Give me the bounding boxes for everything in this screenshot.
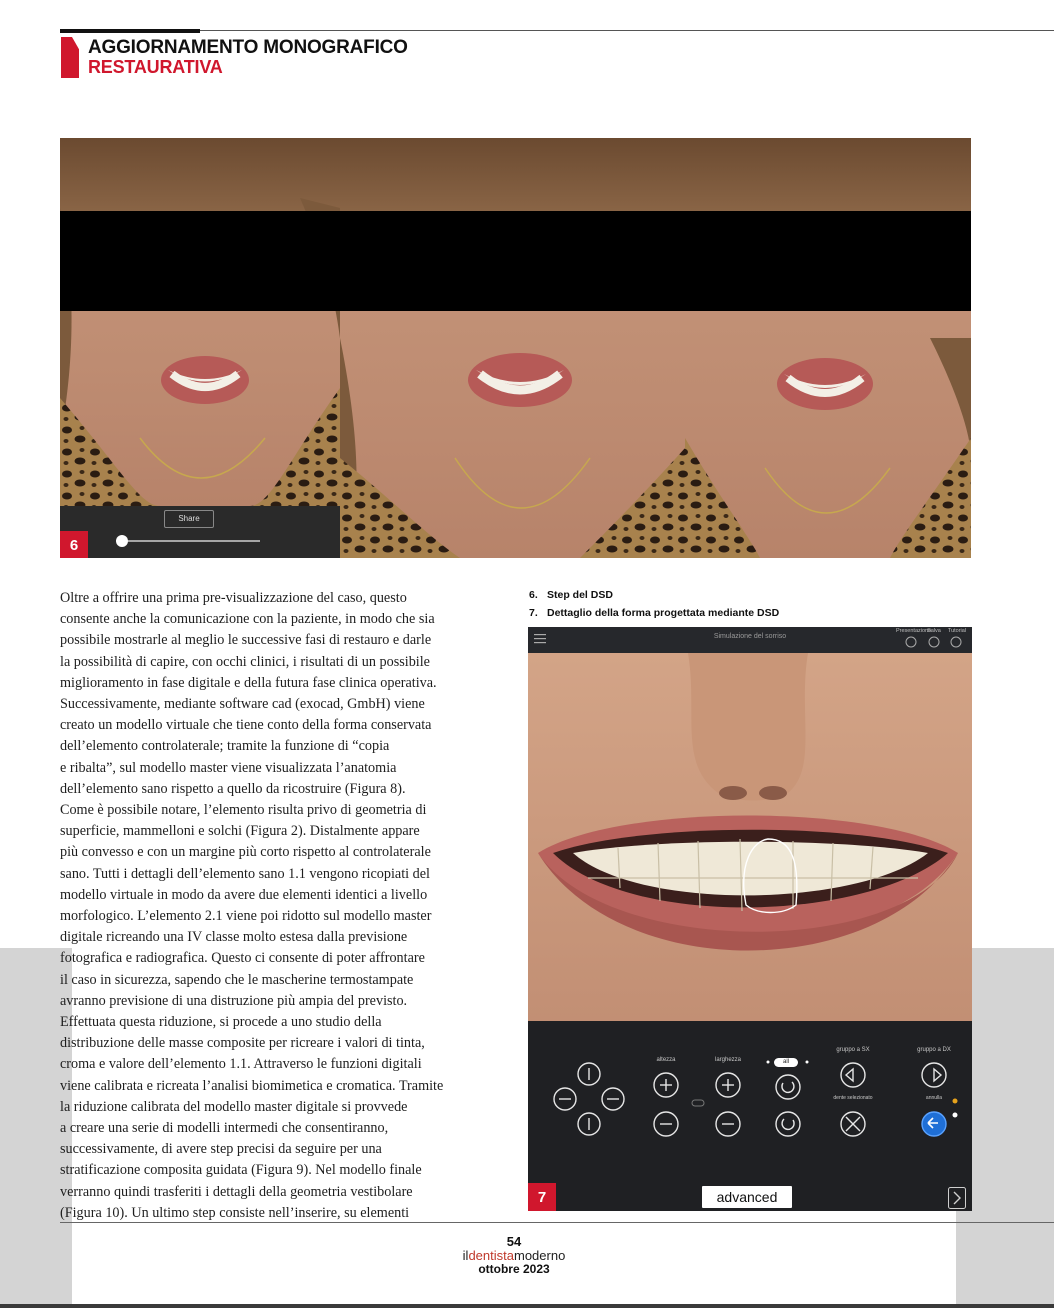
photo-panel-3 (685, 138, 971, 558)
body-text-line: dell’elemento controlaterale; tramite la… (60, 738, 390, 755)
page-bottom-edge (0, 1304, 1054, 1308)
all-label: all (782, 1059, 789, 1065)
body-text-line: fotografica e radiografica. Questo ci co… (60, 950, 425, 967)
caption-6: 6. Step del DSD (529, 589, 613, 601)
issue-date: ottobre 2023 (478, 1262, 550, 1276)
body-text-line: stratificazione composita guidata (Figur… (60, 1162, 422, 1179)
section-subtitle: RESTAURATIVA (88, 57, 223, 77)
photo-panel-1 (60, 138, 344, 558)
figure-6-photos (60, 138, 971, 558)
body-text-line: la possibilità di capire, con occhi clin… (60, 653, 430, 670)
photo-panel-2 (340, 138, 685, 558)
body-text-line: (Figura 10). Un ultimo step consiste nel… (60, 1204, 410, 1221)
body-text-line: verranno quindi trasferiti i dettagli de… (60, 1183, 413, 1200)
body-text-line: la riduzione calibrata del modello maste… (60, 1098, 408, 1115)
group-right-label: gruppo a DX (917, 1047, 951, 1053)
body-text-line: digitale ricreando una IV classe molto e… (60, 929, 408, 946)
undo-label: annulla (925, 1095, 943, 1101)
body-text-line: consente anche la comunicazione con la p… (60, 611, 435, 628)
presentation-label: Presentazione (896, 628, 932, 634)
undo-button (921, 1111, 947, 1137)
body-text-line: creato un modello virtuale che tiene con… (60, 717, 432, 734)
header-rule-accent (60, 29, 200, 33)
advanced-button: advanced (702, 1186, 792, 1208)
caption-7: 7. Dettaglio della forma progettata media… (529, 607, 780, 619)
body-text-line: Successivamente, mediante software cad (… (60, 696, 425, 713)
body-text-line: Come è possibile notare, l’elemento risu… (60, 802, 427, 819)
privacy-censor-bar (60, 211, 971, 311)
section-title: AGGIORNAMENTO MONOGRAFICO (88, 37, 408, 58)
body-text-line: miglioramento in fase digitale e della f… (60, 674, 437, 691)
body-text-line: croma e valore dell’elemento 1.1. Attrav… (60, 1056, 422, 1073)
figure-6-number-badge: 6 (60, 531, 88, 558)
body-text-line: e ribalta”, sul modello master viene vis… (60, 759, 397, 776)
section-marker (61, 37, 80, 78)
body-text-line: a creare una serie di modelli intermedi … (60, 1120, 389, 1137)
smile-closeup-photo (528, 653, 972, 1021)
figure-7-app-screenshot: Simulazione del sorriso Presentazione Sa… (528, 627, 972, 1211)
body-text-line: possibile mostrarle al meglio le success… (60, 632, 432, 649)
body-text-line: viene calibrata e ricreata l’analisi bio… (60, 1077, 444, 1094)
body-text-line: il caso in sicurezza, sapendo che le mas… (60, 971, 414, 988)
body-text-line: distribuzione delle masse composite per … (60, 1035, 425, 1052)
tutorial-label: Tutorial (947, 628, 967, 634)
footer-rule (60, 1222, 1054, 1223)
selected-tooth-label: dente selezionato (833, 1095, 873, 1101)
save-label: Salva (927, 628, 941, 634)
body-text-line: successivamente, di avere step precisi d… (60, 1141, 382, 1158)
next-arrow-icon (948, 1187, 966, 1209)
tutorial-icon (950, 636, 962, 648)
magazine-name: ildentistamoderno (462, 1248, 566, 1263)
body-text-line: dell’elemento sano rispetto a quello da … (60, 780, 406, 797)
figure-6-slider-knob (116, 535, 128, 547)
article-body: Oltre a offrire una prima pre-visualizza… (60, 588, 506, 1224)
figure-6-photo-strip: Share 6 (60, 138, 971, 558)
figure-7-number-badge: 7 (528, 1183, 556, 1211)
body-text-line: avranno previsione di una distruzione pi… (60, 992, 408, 1009)
body-text-line: superficie, mammelloni e solchi (Figura … (60, 823, 420, 840)
dsd-control-panel (553, 1058, 958, 1137)
page-number: 54 (506, 1234, 522, 1249)
body-text-line: modello virtuale in modo da avere due el… (60, 886, 428, 903)
body-text-line: morfologico. L’elemento 2.1 viene poi ri… (60, 908, 432, 925)
group-left-label: gruppo a SX (836, 1047, 870, 1053)
app-top-icons (905, 636, 962, 648)
body-text-line: sano. Tutti i dettagli dell’elemento san… (60, 865, 430, 882)
share-button: Share (164, 510, 214, 528)
body-text-line: Oltre a offrire una prima pre-visualizza… (60, 590, 407, 606)
width-label: larghezza (714, 1057, 741, 1063)
height-label: altezza (656, 1057, 676, 1063)
presentation-icon (905, 636, 917, 648)
figure-captions: 6. Step del DSD 7. Dettaglio della forma p… (529, 586, 949, 622)
body-text-line: Effettuata questa riduzione, si procede … (60, 1014, 382, 1031)
header-rule (60, 30, 1054, 31)
body-text-line: più convesso e con un margine più corto … (60, 844, 431, 861)
save-icon (928, 636, 940, 648)
